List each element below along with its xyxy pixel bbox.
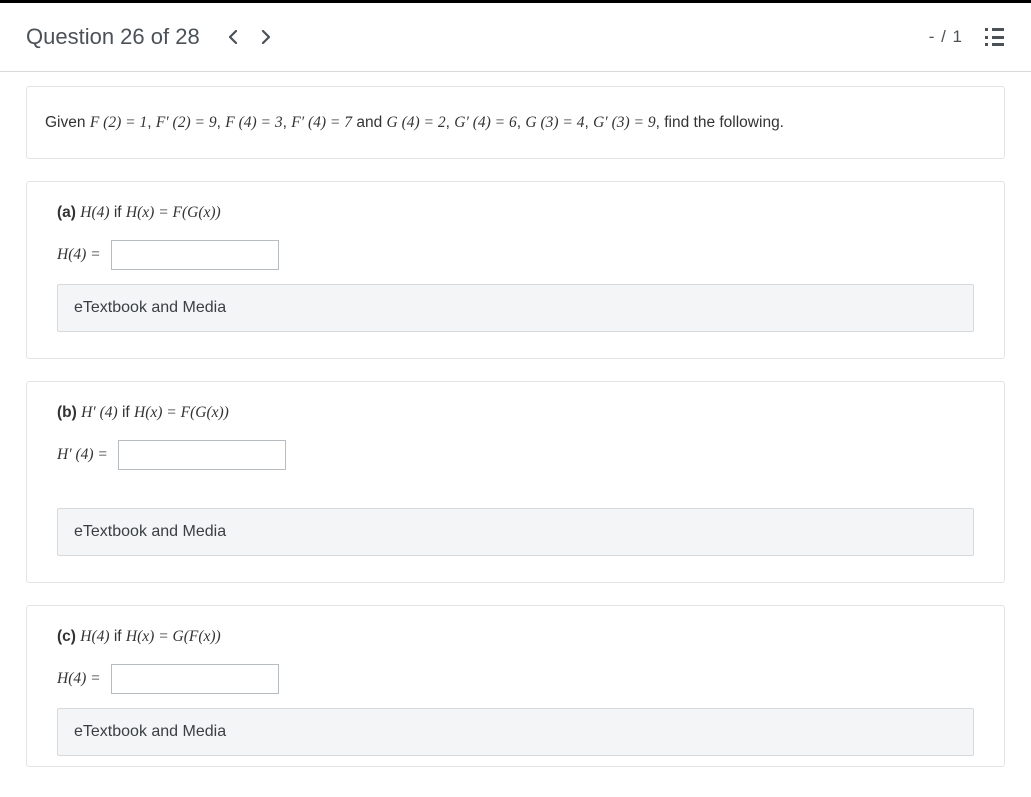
part-c-prompt: (c) H(4) if H(x) = G(F(x)) <box>57 628 974 646</box>
header-right: - / 1 <box>929 27 1005 47</box>
given-G4: G (4) = 2 <box>387 114 446 131</box>
chevron-left-icon <box>229 30 238 44</box>
given-Fp4: F′ (4) = 7 <box>291 114 352 131</box>
part-b-answer-input[interactable] <box>118 440 286 470</box>
part-b-card: (b) H′ (4) if H(x) = F(G(x)) H′ (4) = eT… <box>26 381 1005 583</box>
question-header-bar: Question 26 of 28 - / 1 <box>0 0 1031 72</box>
given-text: Given F (2) = 1, F′ (2) = 9, F (4) = 3, … <box>27 87 1004 158</box>
header-left: Question 26 of 28 <box>26 21 282 53</box>
part-b-prompt: (b) H′ (4) if H(x) = F(G(x)) <box>57 404 974 422</box>
score-display: - / 1 <box>929 27 963 47</box>
given-prefix: Given <box>45 114 90 131</box>
part-a-card: (a) H(4) if H(x) = F(G(x)) H(4) = eTextb… <box>26 181 1005 359</box>
part-a-prompt: (a) H(4) if H(x) = F(G(x)) <box>57 204 974 222</box>
part-a-lhs: H(4) <box>80 204 109 221</box>
etextbook-button-c[interactable]: eTextbook and Media <box>57 708 974 756</box>
part-a-rhs: H(x) = F(G(x)) <box>126 204 221 221</box>
chevron-right-icon <box>261 30 270 44</box>
given-card: Given F (2) = 1, F′ (2) = 9, F (4) = 3, … <box>26 86 1005 159</box>
given-F2: F (2) = 1 <box>90 114 147 131</box>
given-mid: and <box>352 114 386 131</box>
part-a-label: (a) <box>57 204 76 221</box>
page-content: Given F (2) = 1, F′ (2) = 9, F (4) = 3, … <box>0 72 1031 797</box>
given-F4: F (4) = 3 <box>225 114 282 131</box>
given-Gp4: G′ (4) = 6 <box>454 114 517 131</box>
part-b-mid: if <box>118 404 134 421</box>
part-c-lhs: H(4) <box>80 628 109 645</box>
part-c-card: (c) H(4) if H(x) = G(F(x)) H(4) = eTextb… <box>26 605 1005 767</box>
question-title: Question 26 of 28 <box>26 24 200 50</box>
part-c-answer-row: H(4) = <box>57 664 974 694</box>
part-c-label: (c) <box>57 628 76 645</box>
part-a-answer-input[interactable] <box>111 240 279 270</box>
part-b-answer-label: H′ (4) = <box>57 446 108 464</box>
part-b-rhs: H(x) = F(G(x)) <box>134 404 229 421</box>
part-b-answer-row: H′ (4) = <box>57 440 974 470</box>
prev-question-button[interactable] <box>218 21 250 53</box>
part-b-label: (b) <box>57 404 77 421</box>
part-c-rhs: H(x) = G(F(x)) <box>126 628 221 645</box>
part-a-answer-row: H(4) = <box>57 240 974 270</box>
etextbook-button-a[interactable]: eTextbook and Media <box>57 284 974 332</box>
given-G3: G (3) = 4 <box>525 114 584 131</box>
list-icon <box>985 28 1005 31</box>
next-question-button[interactable] <box>250 21 282 53</box>
part-a-mid: if <box>110 204 126 221</box>
part-c-answer-label: H(4) = <box>57 670 101 688</box>
part-c-answer-input[interactable] <box>111 664 279 694</box>
part-c-mid: if <box>110 628 126 645</box>
question-list-button[interactable] <box>985 28 1005 46</box>
given-Fp2: F′ (2) = 9 <box>156 114 217 131</box>
given-suffix: , find the following. <box>656 114 784 131</box>
etextbook-button-b[interactable]: eTextbook and Media <box>57 508 974 556</box>
part-a-answer-label: H(4) = <box>57 246 101 264</box>
given-Gp3: G′ (3) = 9 <box>593 114 656 131</box>
part-b-lhs: H′ (4) <box>81 404 118 421</box>
